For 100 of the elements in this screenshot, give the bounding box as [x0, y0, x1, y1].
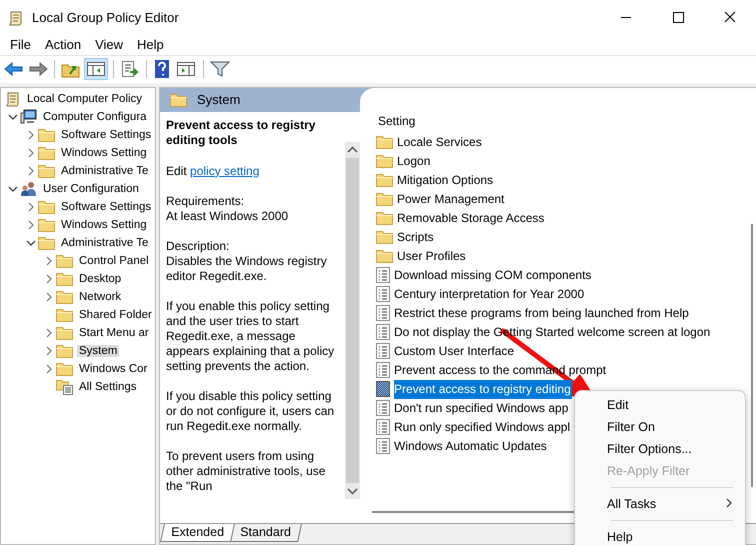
tree-item[interactable]: Network [77, 290, 124, 303]
setting-icon [376, 419, 390, 436]
edit-label: Edit [166, 164, 187, 178]
tree-item[interactable]: Administrative Te [59, 236, 150, 249]
tree-item[interactable]: Control Panel [77, 254, 151, 267]
forward-arrow-icon[interactable] [28, 60, 48, 78]
menu-item[interactable]: View [88, 37, 130, 52]
tree-item[interactable]: Computer Configura [41, 110, 149, 123]
folder-icon [38, 164, 55, 178]
setting-icon [376, 438, 390, 454]
description-paragraph: Description: Disables the Windows registry editor Regedit.exe. [166, 238, 328, 284]
folder-item[interactable]: Scripts [397, 228, 436, 247]
expand-chevron-icon[interactable] [44, 256, 54, 266]
policy-title: Prevent access to registry editing tools [166, 118, 316, 148]
column-header[interactable]: Setting [374, 114, 747, 133]
filter-icon[interactable] [210, 60, 230, 78]
folder-icon [56, 308, 73, 322]
folder-icon [376, 173, 393, 188]
setting-item[interactable]: Windows Automatic Updates [394, 436, 549, 456]
folder-icon [376, 154, 393, 168]
folder-icon [38, 200, 55, 214]
setting-icon [376, 267, 390, 284]
tree-item[interactable]: All Settings [77, 380, 139, 393]
folder-icon [38, 128, 55, 142]
tree-item[interactable]: User Configuration [41, 182, 141, 195]
collapse-chevron-icon[interactable] [8, 112, 18, 122]
setting-icon [376, 381, 390, 398]
menu-item[interactable]: Filter On [575, 416, 745, 438]
setting-icon [376, 286, 390, 302]
folder-icon [56, 326, 73, 340]
expand-chevron-icon[interactable] [44, 292, 54, 302]
show-pane-icon[interactable] [85, 59, 107, 80]
folder-icon [376, 230, 393, 244]
view-tab[interactable]: Extended [160, 524, 235, 542]
tree-item[interactable]: Windows Setting [59, 218, 149, 231]
help-icon[interactable] [153, 59, 171, 80]
tree-item[interactable]: Software Settings [59, 200, 154, 213]
settings-list-icon [56, 378, 73, 395]
expand-chevron-icon[interactable] [44, 274, 54, 284]
expand-chevron-icon[interactable] [26, 166, 36, 176]
setting-item[interactable]: Run only specified Windows appl [394, 418, 572, 437]
folder-icon [38, 236, 55, 250]
folder-item[interactable]: Removable Storage Access [397, 208, 546, 228]
tree-item[interactable]: Shared Folder [77, 308, 154, 321]
description-paragraph: If you enable this policy setting and the user tries to start Regedit.exe, a message appears explaining that a policy setting prevents the action. [166, 298, 336, 374]
folder-icon [38, 146, 55, 160]
export-list-icon[interactable] [120, 60, 140, 78]
expand-chevron-icon[interactable] [44, 346, 54, 356]
setting-icon [376, 324, 390, 340]
window-title: Local Group Policy Editor [32, 10, 179, 25]
tree-item[interactable]: Administrative Te [59, 164, 150, 177]
expand-chevron-icon[interactable] [44, 328, 54, 338]
setting-item[interactable]: Custom User Interface [394, 342, 516, 361]
expand-chevron-icon[interactable] [26, 220, 36, 230]
folder-icon [376, 249, 393, 264]
menu-item[interactable]: Action [38, 37, 88, 52]
tree-item[interactable]: Local Computer Policy [25, 92, 144, 105]
menu-item[interactable]: Filter Options... [575, 438, 745, 460]
setting-item[interactable]: Restrict these programs from being launched from Help [394, 304, 691, 323]
scroll-icon [8, 10, 24, 26]
tree-item[interactable]: Start Menu ar [77, 326, 151, 339]
menu-item[interactable]: Help [130, 37, 171, 52]
folder-item[interactable]: Power Management [397, 190, 506, 209]
scrollbar[interactable] [345, 142, 360, 499]
collapse-chevron-icon[interactable] [26, 238, 36, 248]
expand-chevron-icon[interactable] [26, 202, 36, 212]
description-paragraph: Requirements: At least Windows 2000 [166, 194, 290, 224]
expand-chevron-icon[interactable] [26, 130, 36, 140]
setting-item[interactable]: Prevent access to registry editing [394, 380, 572, 399]
setting-item[interactable]: Don't run specified Windows app [394, 398, 570, 418]
folder-icon [376, 135, 393, 150]
menu-item[interactable]: All Tasks [575, 493, 745, 515]
folder-item[interactable]: Locale Services [397, 132, 484, 152]
folder-item[interactable]: Mitigation Options [397, 170, 496, 190]
setting-item[interactable]: Download missing COM components [394, 266, 594, 285]
tree-item[interactable]: Desktop [77, 272, 124, 285]
collapse-chevron-icon[interactable] [8, 184, 18, 194]
expand-chevron-icon[interactable] [26, 148, 36, 158]
setting-icon [376, 305, 390, 322]
menu-item[interactable]: Help [575, 526, 745, 545]
setting-item[interactable]: Century interpretation for Year 2000 [394, 284, 586, 304]
tree-item[interactable]: Windows Cor [77, 362, 150, 375]
folder-icon [56, 344, 73, 358]
section-title: System [197, 92, 240, 108]
folder-item[interactable]: User Profiles [397, 246, 468, 266]
folder-icon [170, 92, 187, 107]
menu-item[interactable]: File [3, 37, 38, 52]
expand-chevron-icon[interactable] [44, 364, 54, 374]
menu-item[interactable]: Edit [575, 394, 745, 416]
view-tab[interactable]: Standard [228, 524, 302, 542]
folder-icon [56, 254, 73, 268]
back-arrow-icon[interactable] [4, 60, 24, 78]
tree-item[interactable]: System [77, 344, 120, 357]
folder-icon [376, 192, 393, 206]
folder-icon [376, 211, 393, 226]
folder-item[interactable]: Logon [397, 152, 432, 171]
tree-item[interactable]: Windows Setting [59, 146, 149, 159]
policy-setting-link[interactable]: policy setting [190, 164, 260, 178]
tree-item[interactable]: Software Settings [59, 128, 154, 141]
description-paragraph: To prevent users from using other administrative tools, use the "Run [166, 448, 326, 494]
